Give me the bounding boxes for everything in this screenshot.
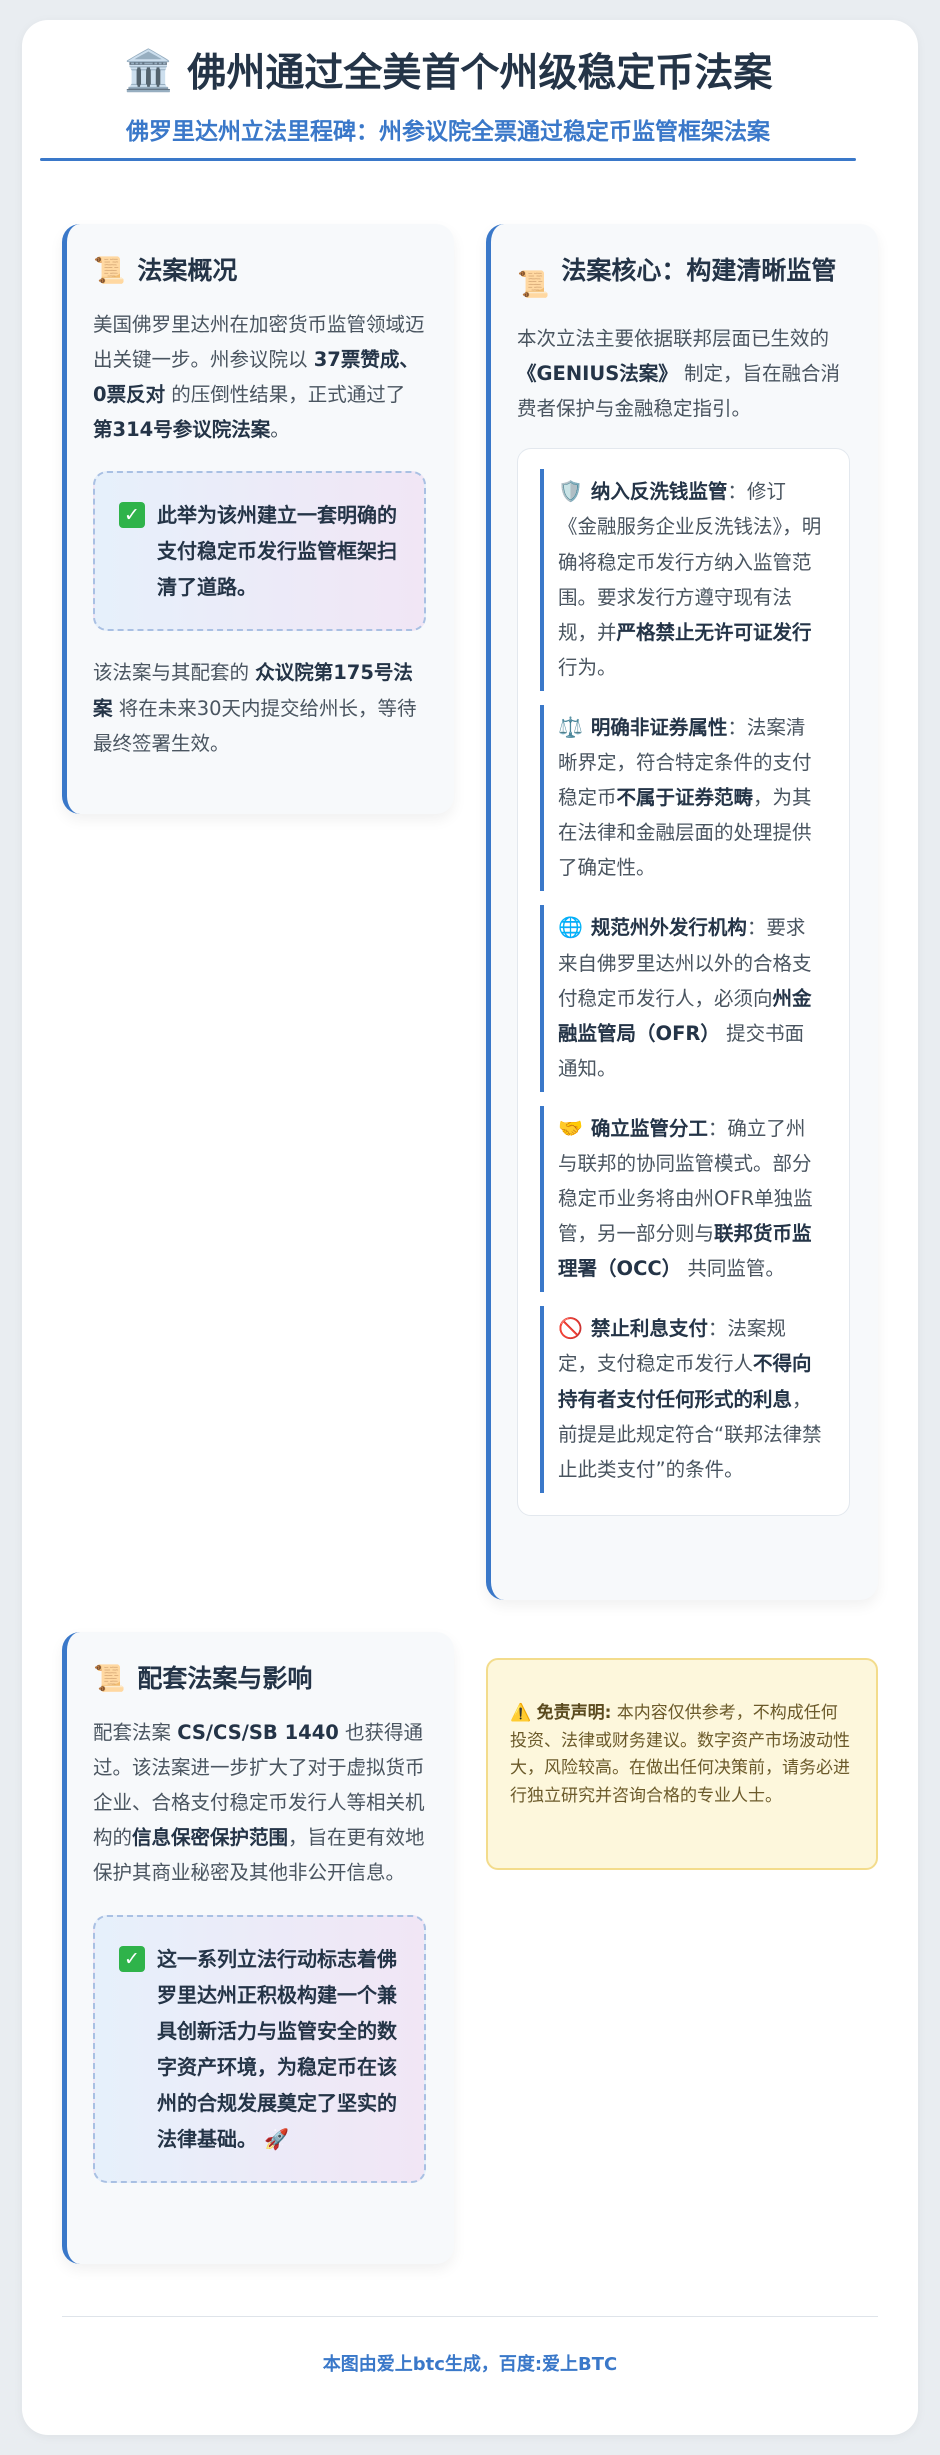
disclaimer-label: 免责声明: [536,1703,612,1723]
overview-callout: ✓ 此举为该州建立一套明确的支付稳定币发行监管框架扫清了道路。 [93,471,426,632]
text-run: 将在未来30天内提交给州长，等待最终签署生效。 [93,696,417,755]
impact-panel: 📜 配套法案与影响 配套法案 CS/CS/SB 1440 也获得通过。该法案进一… [62,1632,454,2264]
prohibited-icon: 🚫 [558,1316,583,1341]
item-name: 确立监管分工 [590,1116,708,1140]
item-emphasis: 不属于证券范畴 [616,786,754,810]
text-run: ：修订《金融服务企业反洗钱法》，明确将稳定币发行方纳入监管范围。要求发行方遵守现… [558,480,822,644]
text-run: 行为。 [558,655,617,679]
text-run: 。 [270,418,290,442]
impact-paragraph: 配套法案 CS/CS/SB 1440 也获得通过。该法案进一步扩大了对于虚拟货币… [93,1715,426,1890]
core-item-non-security: ⚖️ 明确非证券属性：法案清晰界定，符合特定条件的支付稳定币不属于证券范畴，为其在… [540,704,823,892]
check-icon: ✓ [119,1945,145,1972]
overview-paragraph-1: 美国佛罗里达州在加密货币监管领域迈出关键一步。州参议院以 37票赞成、0票反对 … [93,307,426,447]
text-run: 的压倒性结果，正式通过了 [165,383,406,407]
core-item-regulatory-split: 🤝 确立监管分工：确立了州与联邦的协同监管模式。部分稳定币业务将由州OFR单独监管… [540,1105,823,1293]
bill-name: 第314号参议院法案 [93,418,271,442]
core-intro: 本次立法主要依据联邦层面已生效的 《GENIUS法案》 制定，旨在融合消费者保护… [517,321,850,426]
footer-divider [62,2316,878,2317]
text-run: 本次立法主要依据联邦层面已生效的 [517,327,830,351]
scroll-icon: 📜 [93,1664,126,1694]
core-item-no-interest: 🚫 禁止利息支付：法案规定，支付稳定币发行人不得向持有者支付任何形式的利息，前提是… [540,1306,823,1493]
impact-callout-text: 这一系列立法行动标志着佛罗里达州正积极构建一个兼具创新活力与监管安全的数字资产环… [157,1941,402,2157]
impact-callout-body: 这一系列立法行动标志着佛罗里达州正积极构建一个兼具创新活力与监管安全的数字资产环… [157,1946,397,2151]
overview-callout-text: 此举为该州建立一套明确的支付稳定币发行监管框架扫清了道路。 [157,503,397,600]
overview-paragraph-2: 该法案与其配套的 众议院第175号法案 将在未来30天内提交给州长，等待最终签署… [93,655,426,760]
shield-icon: 🛡️ [558,479,583,504]
page-title: 🏛️ 佛州通过全美首个州级稳定币法案 [40,40,856,100]
warning-icon: ⚠️ [510,1703,532,1723]
text-run: 共同监管。 [681,1257,785,1281]
core-title-text: 法案核心：构建清晰监管 [561,256,837,285]
text-run: 该法案与其配套的 [93,661,256,685]
footer-credit: 本图由爱上btc生成，百度:爱上BTC [322,2354,618,2375]
header-divider [40,158,856,161]
core-panel: 📜 法案核心：构建清晰监管 本次立法主要依据联邦层面已生效的 《GENIUS法案… [486,224,878,1600]
item-name: 规范州外发行机构 [590,916,747,940]
overview-panel: 📜 法案概况 美国佛罗里达州在加密货币监管领域迈出关键一步。州参议院以 37票赞… [62,224,454,814]
item-name: 明确非证券属性 [590,715,728,739]
companion-bill-name: CS/CS/SB 1440 [177,1721,339,1745]
bank-icon: 🏛️ [123,47,174,94]
confidentiality-scope: 信息保密保护范围 [132,1826,289,1850]
page-title-text: 佛州通过全美首个州级稳定币法案 [187,51,773,96]
overview-title-text: 法案概况 [137,256,238,285]
item-emphasis: 严格禁止无许可证发行 [616,620,812,644]
item-name: 禁止利息支付 [590,1317,708,1341]
core-item-aml: 🛡️ 纳入反洗钱监管：修订《金融服务企业反洗钱法》，明确将稳定币发行方纳入监管范围… [540,469,823,691]
item-name: 纳入反洗钱监管 [590,480,728,504]
text-run: 配套法案 [93,1721,178,1745]
page-subtitle: 佛罗里达州立法里程碑：州参议院全票通过稳定币监管框架法案 [126,119,770,145]
disclaimer-box: ⚠️ 免责声明: 本内容仅供参考，不构成任何投资、法律或财务建议。数字资产市场波… [486,1658,878,1870]
scroll-icon: 📜 [93,256,126,286]
core-items-box: 🛡️ 纳入反洗钱监管：修订《金融服务企业反洗钱法》，明确将稳定币发行方纳入监管范围… [517,448,850,1516]
overview-title: 📜 法案概况 [93,254,426,289]
impact-title: 📜 配套法案与影响 [93,1662,426,1697]
impact-callout: ✓ 这一系列立法行动标志着佛罗里达州正积极构建一个兼具创新活力与监管安全的数字资… [93,1914,426,2183]
globe-icon: 🌐 [558,915,583,940]
check-icon: ✓ [119,502,145,529]
handshake-icon: 🤝 [558,1115,583,1140]
impact-title-text: 配套法案与影响 [137,1664,313,1693]
scales-icon: ⚖️ [558,714,583,739]
core-title: 📜 法案核心：构建清晰监管 [517,254,850,303]
rocket-icon: 🚀 [263,2126,289,2151]
header: 🏛️ 佛州通过全美首个州级稳定币法案 佛罗里达州立法里程碑：州参议院全票通过稳定… [40,40,856,146]
scroll-icon: 📜 [517,270,550,300]
core-item-out-of-state: 🌐 规范州外发行机构：要求来自佛罗里达州以外的合格支付稳定币发行人，必须向州金融监… [540,905,823,1092]
genius-act: 《GENIUS法案》 [517,362,678,386]
